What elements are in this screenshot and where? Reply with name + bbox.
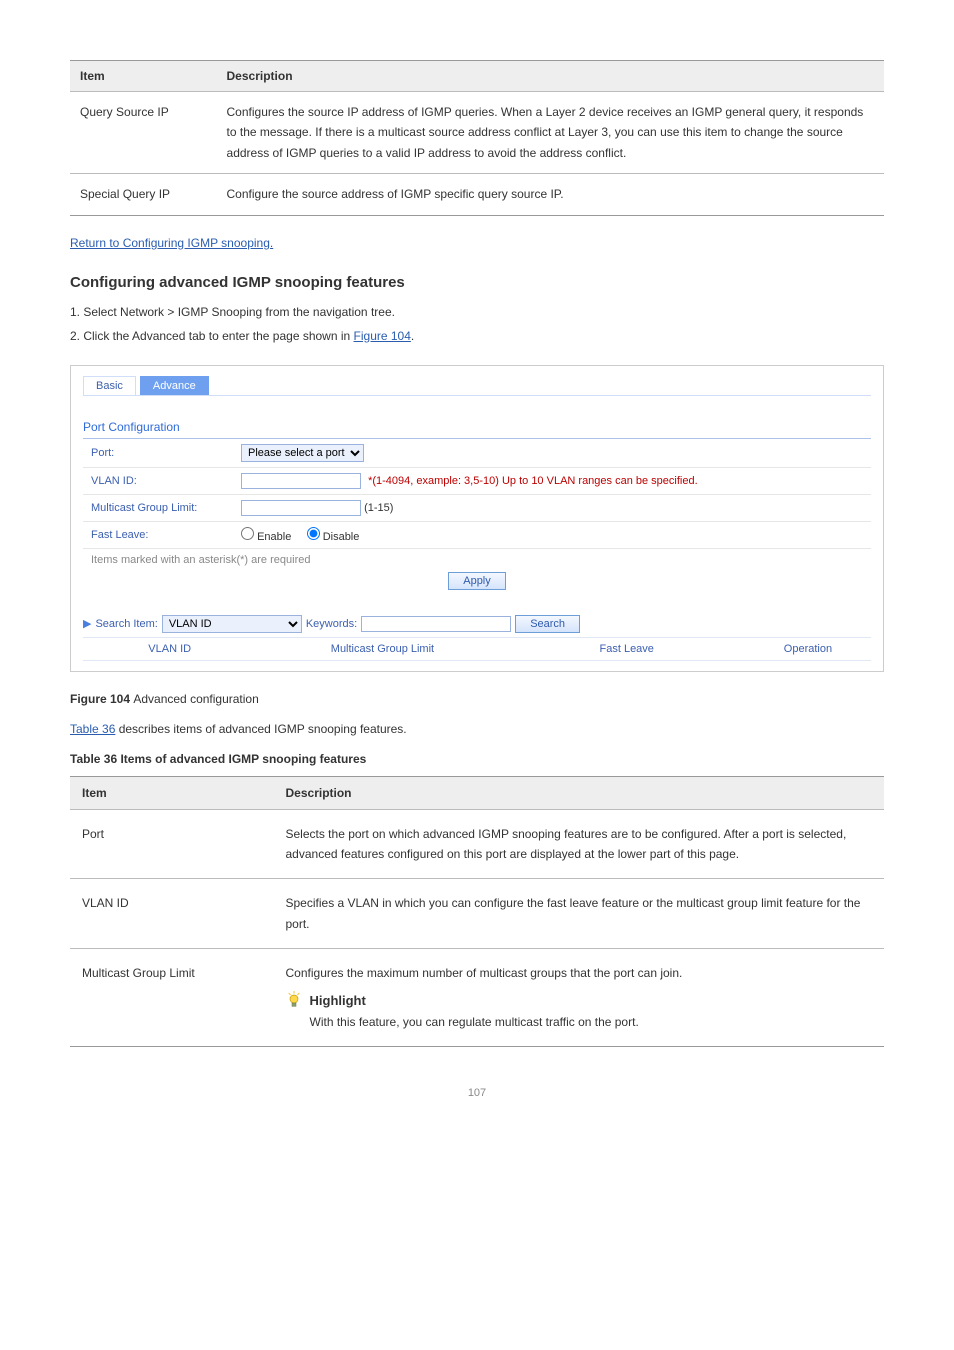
col-fast-leave: Fast Leave bbox=[509, 638, 745, 660]
expand-icon[interactable]: ▶ bbox=[83, 617, 91, 630]
section-port-configuration: Port Configuration bbox=[83, 416, 871, 439]
apply-button[interactable]: Apply bbox=[448, 572, 506, 590]
fast-leave-disable[interactable]: Disable bbox=[307, 531, 360, 543]
label-search-item: Search Item: bbox=[95, 618, 157, 630]
figure-caption: Figure 104 Advanced configuration bbox=[70, 692, 884, 706]
table-row: Port Selects the port on which advanced … bbox=[70, 809, 884, 879]
table-row: Multicast Group Limit Configures the max… bbox=[70, 949, 884, 1047]
label-port: Port: bbox=[83, 439, 233, 468]
desc-cell: Configures the maximum number of multica… bbox=[274, 949, 885, 1047]
item-cell: Multicast Group Limit bbox=[70, 949, 274, 1047]
desc-cell: Configures the source IP address of IGMP… bbox=[217, 92, 884, 174]
label-multicast-group-limit: Multicast Group Limit: bbox=[83, 494, 233, 521]
required-note: Items marked with an asterisk(*) are req… bbox=[91, 554, 310, 566]
col-item: Item bbox=[70, 61, 217, 92]
table-row: Query Source IP Configures the source IP… bbox=[70, 92, 884, 174]
table-title: Table 36 Items of advanced IGMP snooping… bbox=[70, 752, 884, 766]
item-cell: Special Query IP bbox=[70, 174, 217, 215]
vlan-hint: *(1-4094, example: 3,5-10) Up to 10 VLAN… bbox=[368, 475, 698, 487]
col-item: Item bbox=[70, 776, 274, 809]
label-keywords: Keywords: bbox=[306, 618, 357, 630]
table-row: VLAN ID Specifies a VLAN in which you ca… bbox=[70, 879, 884, 949]
instruction-step-2: 2. Click the Advanced tab to enter the p… bbox=[70, 327, 884, 345]
radio-enable[interactable] bbox=[241, 527, 254, 540]
tab-bar: Basic Advance bbox=[83, 376, 871, 396]
tab-basic[interactable]: Basic bbox=[83, 376, 136, 395]
table-row: Special Query IP Configure the source ad… bbox=[70, 174, 884, 215]
item-cell: VLAN ID bbox=[70, 879, 274, 949]
highlight-text: With this feature, you can regulate mult… bbox=[310, 1012, 639, 1032]
search-item-select[interactable]: VLAN ID bbox=[162, 615, 302, 633]
advanced-features-table: Item Description Port Selects the port o… bbox=[70, 776, 884, 1047]
col-description: Description bbox=[274, 776, 885, 809]
search-row: ▶ Search Item: VLAN ID Keywords: Search bbox=[83, 615, 871, 633]
table-intro: Table 36 describes items of advanced IGM… bbox=[70, 720, 884, 738]
mgl-hint: (1-15) bbox=[364, 502, 393, 514]
label-fast-leave: Fast Leave: bbox=[83, 521, 233, 548]
tab-advance[interactable]: Advance bbox=[140, 376, 209, 395]
advanced-config-panel: Basic Advance Port Configuration Port: P… bbox=[70, 365, 884, 672]
col-operation: Operation bbox=[745, 638, 871, 660]
page-number: 107 bbox=[70, 1087, 884, 1099]
port-config-form: Port: Please select a port VLAN ID: *(1-… bbox=[83, 439, 871, 601]
fast-leave-enable[interactable]: Enable bbox=[241, 531, 294, 543]
desc-cell: Selects the port on which advanced IGMP … bbox=[274, 809, 885, 879]
figure-link[interactable]: Figure 104 bbox=[354, 329, 411, 343]
label-vlan-id: VLAN ID: bbox=[83, 467, 233, 494]
item-description-table: Item Description Query Source IP Configu… bbox=[70, 60, 884, 216]
heading-advanced: Configuring advanced IGMP snooping featu… bbox=[70, 274, 884, 291]
item-cell: Port bbox=[70, 809, 274, 879]
return-link[interactable]: Return to Configuring IGMP snooping. bbox=[70, 236, 273, 250]
table-link[interactable]: Table 36 bbox=[70, 722, 115, 736]
col-vlan-id: VLAN ID bbox=[83, 638, 256, 660]
bulb-icon bbox=[286, 990, 302, 1012]
radio-disable[interactable] bbox=[307, 527, 320, 540]
desc-cell: Specifies a VLAN in which you can config… bbox=[274, 879, 885, 949]
desc-cell: Configure the source address of IGMP spe… bbox=[217, 174, 884, 215]
vlan-id-input[interactable] bbox=[241, 473, 361, 489]
highlight-label: Highlight bbox=[310, 990, 639, 1012]
port-select[interactable]: Please select a port bbox=[241, 444, 364, 462]
search-button[interactable]: Search bbox=[515, 615, 580, 633]
results-header: VLAN ID Multicast Group Limit Fast Leave… bbox=[83, 637, 871, 661]
col-description: Description bbox=[217, 61, 884, 92]
col-multicast-group-limit: Multicast Group Limit bbox=[256, 638, 508, 660]
instruction-step-1: 1. Select Network > IGMP Snooping from t… bbox=[70, 303, 884, 321]
multicast-group-limit-input[interactable] bbox=[241, 500, 361, 516]
item-cell: Query Source IP bbox=[70, 92, 217, 174]
keywords-input[interactable] bbox=[361, 616, 511, 632]
